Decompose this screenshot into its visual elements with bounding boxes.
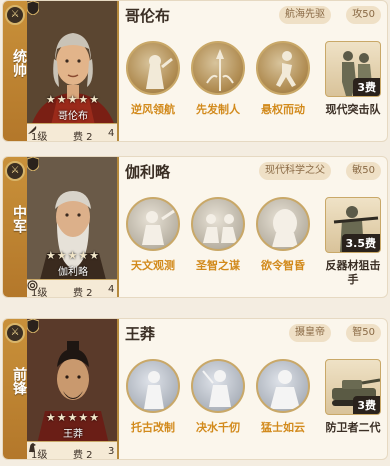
skill-label: 决水千仞 — [196, 421, 240, 434]
skill-label: 圣智之谋 — [196, 259, 240, 272]
shield-icon — [27, 157, 39, 171]
portrait-footer: 1级 费 2 4 — [27, 279, 117, 298]
skill-slot[interactable]: 欲令智昏 — [254, 197, 312, 273]
spear-icon — [191, 41, 245, 95]
warrior-icon — [191, 359, 245, 413]
portrait-footer: 1级 费 2 3 — [27, 441, 117, 460]
unit-slot[interactable]: 3费 防卫者二代 — [323, 359, 383, 435]
role-label: 统帅 — [11, 49, 27, 77]
skill-label: 悬权而动 — [261, 103, 305, 116]
skill-label: 猛士如云 — [261, 421, 305, 434]
role-label: 前锋 — [11, 367, 27, 395]
stat-tag: 攻50 — [346, 6, 381, 24]
crossed-swords-icon: ⚔ — [5, 161, 25, 181]
star-rating: ★★★★★ — [45, 411, 101, 424]
hero-portrait[interactable]: ★★★★★ 哥伦布 1级 费 2 4 — [27, 1, 119, 142]
skill-label: 逆风领航 — [131, 103, 175, 116]
hero-name: 王莽 — [125, 325, 156, 343]
unit-label: 防卫者二代 — [325, 421, 381, 434]
shield-icon — [27, 1, 39, 15]
portrait-name: 王莽 — [63, 429, 83, 440]
skill-slot[interactable]: 先发制人 — [189, 41, 247, 117]
stat-tag: 智50 — [346, 324, 381, 342]
hero-portrait[interactable]: ★★★★★ 王莽 1级 费 2 3 — [27, 319, 119, 460]
skill-slot[interactable]: 猛士如云 — [254, 359, 312, 435]
knight-icon — [126, 41, 180, 95]
mask-icon — [256, 197, 310, 251]
portrait-name: 哥伦布 — [58, 111, 88, 122]
council-icon — [191, 197, 245, 251]
title-tag: 航海先驱 — [279, 6, 331, 24]
tank-icon: 3费 — [325, 359, 381, 415]
shield-icon — [27, 319, 39, 333]
star-rating: ★★★★★ — [45, 93, 101, 106]
troop-count: 4 — [108, 128, 115, 139]
hero-name: 哥伦布 — [125, 7, 171, 25]
feather-icon — [28, 126, 37, 134]
horse-icon — [29, 443, 36, 452]
scholar-icon — [126, 359, 180, 413]
unit-label: 现代突击队 — [325, 103, 381, 116]
role-strip: ⚔ 中军 — [3, 157, 27, 297]
troop-count: 4 — [108, 284, 115, 295]
unit-cost-badge: 3费 — [353, 78, 380, 96]
portrait-footer: 1级 费 2 4 — [27, 123, 117, 142]
hero-card[interactable]: ⚔ 中军 ★★★★★ 伽利略 1级 费 2 4 伽利略 现代科学之父 敏50 天… — [2, 156, 388, 298]
unit-cost-badge: 3费 — [353, 396, 380, 414]
target-icon — [27, 280, 38, 291]
star-rating: ★★★★★ — [45, 249, 101, 262]
portrait-name: 伽利略 — [58, 267, 88, 278]
cost-label: 费 2 — [73, 288, 93, 298]
troop-count: 3 — [108, 446, 115, 457]
runner-icon — [256, 41, 310, 95]
cost-label: 费 2 — [73, 450, 93, 460]
cost-label: 费 2 — [73, 132, 93, 142]
title-tag: 现代科学之父 — [259, 162, 331, 180]
role-strip: ⚔ 前锋 — [3, 319, 27, 459]
scholar-icon — [126, 197, 180, 251]
unit-label: 反器材狙击手 — [325, 259, 381, 286]
role-label: 中军 — [11, 205, 27, 233]
unit-slot[interactable]: 3费 现代突击队 — [323, 41, 383, 117]
skill-label: 欲令智昏 — [261, 259, 305, 272]
soldier-icon: 3费 — [325, 41, 381, 97]
skill-slot[interactable]: 圣智之谋 — [189, 197, 247, 273]
general-icon — [256, 359, 310, 413]
crossed-swords-icon: ⚔ — [5, 323, 25, 343]
hero-portrait[interactable]: ★★★★★ 伽利略 1级 费 2 4 — [27, 157, 119, 298]
hero-card[interactable]: ⚔ 前锋 ★★★★★ 王莽 1级 费 2 3 王莽 摄皇帝 智50 托古改制 决… — [2, 318, 388, 460]
unit-cost-badge: 3.5费 — [341, 234, 380, 252]
skill-slot[interactable]: 天文观测 — [124, 197, 182, 273]
skill-slot[interactable]: 悬权而动 — [254, 41, 312, 117]
title-tag: 摄皇帝 — [289, 324, 331, 342]
unit-slot[interactable]: 3.5费 反器材狙击手 — [323, 197, 383, 287]
skill-slot[interactable]: 决水千仞 — [189, 359, 247, 435]
skill-label: 先发制人 — [196, 103, 240, 116]
stat-tag: 敏50 — [346, 162, 381, 180]
sniper-icon: 3.5费 — [325, 197, 381, 253]
skill-label: 托古改制 — [131, 421, 175, 434]
hero-name: 伽利略 — [125, 163, 171, 181]
crossed-swords-icon: ⚔ — [5, 5, 25, 25]
skill-slot[interactable]: 逆风领航 — [124, 41, 182, 117]
role-strip: ⚔ 统帅 — [3, 1, 27, 141]
skill-label: 天文观测 — [131, 259, 175, 272]
skill-slot[interactable]: 托古改制 — [124, 359, 182, 435]
hero-card[interactable]: ⚔ 统帅 ★★★★★ 哥伦布 1级 费 2 4 哥伦布 航海先驱 攻50 逆风领… — [2, 0, 388, 142]
